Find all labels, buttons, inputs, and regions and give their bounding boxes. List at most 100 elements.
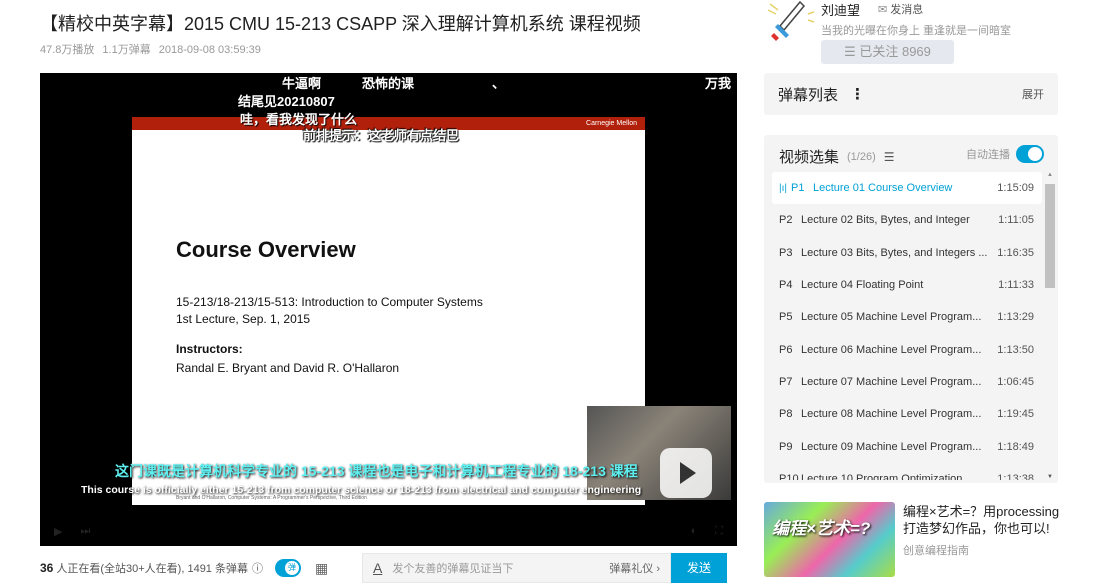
episode-duration: 1:13:38 bbox=[997, 472, 1034, 480]
video-player[interactable]: Carnegie Mellon Course Overview 15-213/1… bbox=[40, 73, 737, 546]
viewer-text: 人正在看(全站30+人在看), 1491 条弹幕 bbox=[56, 563, 248, 575]
episode-item[interactable]: P4 Lecture 04 Floating Point 1:11:33 bbox=[772, 269, 1042, 301]
episode-duration: 1:13:50 bbox=[997, 343, 1034, 356]
episode-number: P6 bbox=[779, 343, 793, 356]
episode-duration: 1:19:45 bbox=[997, 408, 1034, 421]
episode-number: P8 bbox=[779, 408, 793, 421]
episode-item[interactable]: |ı| P1 Lecture 01 Course Overview 1:15:09 bbox=[772, 172, 1042, 205]
episode-panel: 视频选集 (1/26) ☰ 自动连播 |ı| P1 Lecture 01 Course … bbox=[764, 135, 1058, 483]
autoplay-toggle[interactable] bbox=[1016, 145, 1044, 163]
episode-item[interactable]: P2 Lecture 02 Bits, Bytes, and Integer 1:1… bbox=[772, 204, 1042, 236]
danmaku-toggle[interactable]: 弹 bbox=[274, 559, 301, 577]
episode-title: Lecture 08 Machine Level Program... bbox=[801, 408, 982, 421]
danmaku: 结尾见20210807 bbox=[238, 94, 335, 109]
episode-item[interactable]: P8 Lecture 08 Machine Level Program... 1:1… bbox=[772, 398, 1042, 430]
uploader-sign: 当我的光曝在你身上 重逢就是一间暗室 bbox=[821, 25, 1012, 37]
danmaku: 牛逼啊 bbox=[282, 76, 322, 91]
danmaku: 恐怖的课 bbox=[362, 76, 415, 91]
playing-icon: |ı| bbox=[779, 182, 787, 194]
etiquette-link[interactable]: 弹幕礼仪 › bbox=[609, 560, 660, 576]
episode-title: Lecture 05 Machine Level Program... bbox=[801, 311, 982, 324]
episode-item[interactable]: P3 Lecture 03 Bits, Bytes, and Integers .… bbox=[772, 237, 1042, 269]
episode-title: Lecture 10 Program Optimization bbox=[801, 472, 963, 480]
slide-instructors-label: Instructors: bbox=[176, 342, 243, 356]
play-button[interactable]: ▶ bbox=[54, 525, 62, 538]
episode-duration: 1:11:05 bbox=[998, 214, 1034, 227]
video-title: 【精校中英字幕】2015 CMU 15-213 CSAPP 深入理解计算机系统 … bbox=[40, 14, 641, 34]
episode-number: P5 bbox=[779, 311, 793, 324]
episode-item[interactable]: P6 Lecture 06 Machine Level Program... 1:1… bbox=[772, 333, 1042, 365]
message-button[interactable]: ✉ 发消息 bbox=[878, 1, 923, 17]
episodes-title: 视频选集 bbox=[779, 149, 840, 166]
danmaku-list-title: 弹幕列表 bbox=[778, 86, 839, 104]
fullscreen-icon[interactable]: ⛶ bbox=[715, 525, 723, 538]
thumbnail-text: 编程×艺术=? bbox=[772, 519, 871, 538]
episode-number: P3 bbox=[779, 246, 793, 259]
play-count: 47.8万播放 bbox=[40, 44, 95, 56]
slide-line: 1st Lecture, Sep. 1, 2015 bbox=[176, 312, 311, 326]
danmaku: 、 bbox=[492, 76, 506, 91]
episode-duration: 1:13:29 bbox=[997, 311, 1034, 324]
recommended-video-uploader[interactable]: 创意编程指南 bbox=[903, 542, 969, 558]
danmaku-input[interactable]: A 发个友善的弹幕见证当下 弹幕礼仪 › bbox=[362, 553, 671, 583]
slide-heading: Course Overview bbox=[176, 237, 356, 262]
list-view-icon[interactable]: ☰ bbox=[884, 150, 895, 164]
send-button[interactable]: 发送 bbox=[671, 553, 727, 583]
more-icon[interactable]: ⋮ bbox=[850, 85, 865, 103]
slide-line: 15-213/18-213/15-513: Introduction to Co… bbox=[176, 295, 483, 309]
episode-number: P7 bbox=[779, 375, 793, 388]
episode-title: Lecture 06 Machine Level Program... bbox=[801, 343, 982, 356]
subtitle-english: This course is officially either 15-213 … bbox=[81, 484, 642, 496]
episode-title: Lecture 02 Bits, Bytes, and Integer bbox=[801, 214, 970, 227]
recommended-video-thumbnail[interactable]: 编程×艺术=? bbox=[764, 502, 895, 577]
episode-item[interactable]: P7 Lecture 07 Machine Level Program... 1:0… bbox=[772, 366, 1042, 398]
recommended-video-title[interactable]: 编程×艺术=？用processing打造梦幻作品，你也可以! bbox=[903, 503, 1063, 537]
publish-date: 2018-09-08 03:59:39 bbox=[158, 44, 261, 56]
episode-number: P2 bbox=[779, 214, 793, 227]
video-frame-slide: Carnegie Mellon Course Overview 15-213/1… bbox=[132, 117, 645, 505]
danmaku-count: 1.1万弹幕 bbox=[102, 44, 151, 56]
expand-button[interactable]: 展开 bbox=[1022, 86, 1044, 102]
uploader-avatar-sword-icon[interactable] bbox=[766, 0, 816, 42]
episode-number: P1 bbox=[790, 182, 805, 195]
episode-title: Lecture 01 Course Overview bbox=[812, 182, 953, 195]
message-label: 发消息 bbox=[890, 4, 924, 16]
subtitle-chinese: 这门课既是计算机科学专业的 15-213 课程也是电子和计算机工程专业的 18-… bbox=[115, 463, 638, 479]
episode-duration: 1:16:35 bbox=[997, 246, 1034, 259]
episode-duration: 1:06:45 bbox=[997, 375, 1034, 388]
episode-list: |ı| P1 Lecture 01 Course Overview 1:15:09 P2… bbox=[772, 172, 1042, 480]
player-controls: ▶ ⏭ ◐ ⛶ bbox=[40, 516, 737, 546]
uploader-name[interactable]: 刘迪望 bbox=[821, 0, 860, 19]
episode-item[interactable]: P10 Lecture 10 Program Optimization 1:13:3… bbox=[772, 463, 1042, 480]
play-icon[interactable] bbox=[660, 448, 712, 498]
episode-item[interactable]: P5 Lecture 05 Machine Level Program... 1:1… bbox=[772, 301, 1042, 333]
follow-button[interactable]: ☰ 已关注 8969 bbox=[821, 40, 954, 64]
autoplay-label: 自动连播 bbox=[966, 149, 1010, 161]
danmaku: 前排提示：这老师有点结巴 bbox=[303, 128, 460, 143]
danmaku: 万我 bbox=[705, 76, 732, 91]
viewer-count: 36 bbox=[40, 561, 54, 575]
episode-item[interactable]: P9 Lecture 09 Machine Level Program... 1:1… bbox=[772, 430, 1042, 462]
help-icon[interactable]: ⓘ bbox=[252, 560, 263, 576]
font-style-icon[interactable]: A bbox=[373, 560, 382, 576]
mail-icon: ✉ bbox=[878, 4, 888, 16]
episode-scrollbar[interactable]: ▲ ▼ bbox=[1044, 172, 1056, 480]
danmaku-toggle-label: 弹 bbox=[284, 561, 299, 575]
episode-number: P4 bbox=[779, 279, 793, 292]
episode-duration: 1:11:33 bbox=[998, 279, 1034, 292]
episode-number: P9 bbox=[779, 440, 793, 453]
episodes-count: (1/26) bbox=[847, 150, 876, 163]
danmaku-bar: 36 人正在看(全站30+人在看), 1491 条弹幕 ⓘ 弹 ▦ A 发个友善… bbox=[40, 553, 737, 583]
episode-title: Lecture 04 Floating Point bbox=[801, 279, 924, 292]
video-meta: 47.8万播放 1.1万弹幕 2018-09-08 03:59:39 bbox=[40, 41, 269, 57]
episode-duration: 1:15:09 bbox=[997, 182, 1034, 195]
danmaku-placeholder: 发个友善的弹幕见证当下 bbox=[392, 563, 514, 575]
volume-icon[interactable]: ◐ bbox=[691, 525, 698, 537]
episode-title: Lecture 07 Machine Level Program... bbox=[801, 375, 982, 388]
next-button[interactable]: ⏭ bbox=[80, 525, 90, 538]
slide-instructors: Randal E. Bryant and David R. O'Hallaron bbox=[176, 361, 400, 375]
danmaku-settings-icon[interactable]: ▦ bbox=[315, 560, 328, 577]
episode-number: P10 bbox=[779, 472, 799, 480]
danmaku-list-panel[interactable]: 弹幕列表 ⋮ 展开 bbox=[764, 73, 1058, 115]
episode-duration: 1:18:49 bbox=[997, 440, 1034, 453]
